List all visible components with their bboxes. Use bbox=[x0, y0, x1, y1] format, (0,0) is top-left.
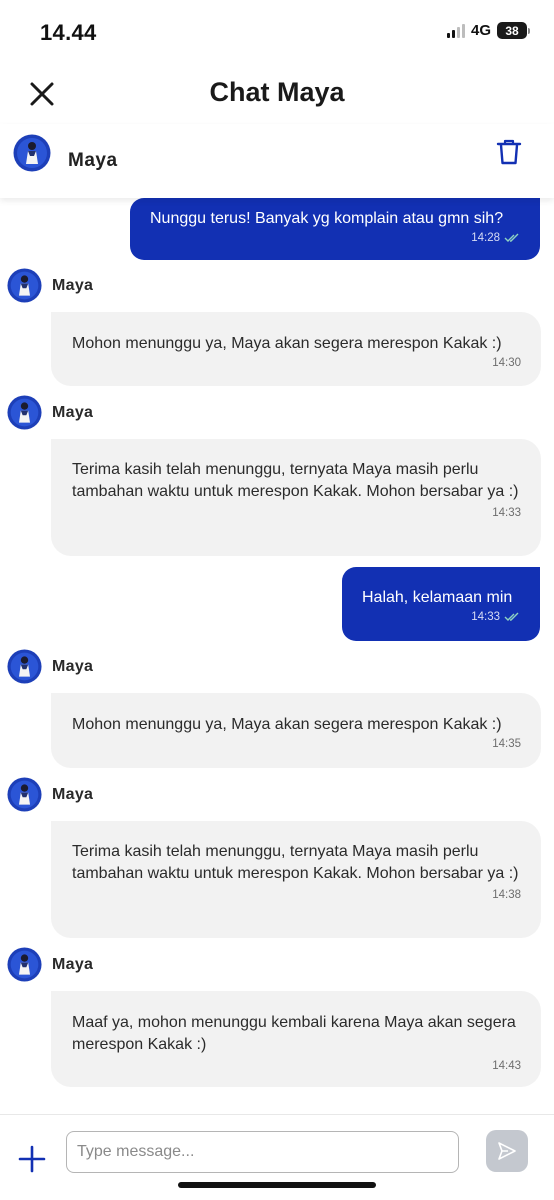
message-time: 14:43 bbox=[492, 1060, 521, 1072]
trash-icon bbox=[496, 139, 522, 165]
incoming-message: Mohon menunggu ya, Maya akan segera mere… bbox=[51, 693, 541, 768]
message-time: 14:30 bbox=[492, 357, 521, 369]
message-sender: Maya bbox=[7, 268, 93, 303]
message-text: Nunggu terus! Banyak yg komplain atau gm… bbox=[150, 210, 504, 227]
page-title: Chat Maya bbox=[209, 77, 345, 107]
home-indicator bbox=[178, 1182, 376, 1188]
incoming-message: Maaf ya, mohon menunggu kembali karena M… bbox=[51, 991, 541, 1087]
message-text: Maaf ya, mohon menunggu kembali karena M… bbox=[72, 1014, 516, 1053]
avatar bbox=[13, 134, 51, 172]
network-type: 4G bbox=[470, 22, 491, 39]
message-text: Mohon menunggu ya, Maya akan segera mere… bbox=[72, 716, 502, 733]
avatar bbox=[7, 268, 42, 303]
battery-icon: 38 bbox=[497, 22, 530, 39]
avatar bbox=[7, 777, 42, 812]
read-receipt-icon bbox=[504, 233, 519, 242]
message-sender: Maya bbox=[7, 649, 93, 684]
battery-level: 38 bbox=[497, 22, 527, 39]
sender-name: Maya bbox=[52, 657, 94, 675]
avatar bbox=[7, 649, 42, 684]
message-sender: Maya bbox=[7, 947, 93, 982]
avatar bbox=[7, 947, 42, 982]
status-indicators: 4G 38 bbox=[446, 22, 530, 39]
signal-icon bbox=[446, 23, 465, 38]
contact-bar: Maya bbox=[0, 124, 554, 198]
message-text: Mohon menunggu ya, Maya akan segera mere… bbox=[72, 335, 502, 352]
send-button[interactable] bbox=[486, 1130, 528, 1172]
delete-chat-button[interactable] bbox=[496, 138, 522, 166]
status-bar: 14.44 4G 38 bbox=[0, 0, 554, 66]
chat-area[interactable]: Nunggu terus! Banyak yg komplain atau gm… bbox=[0, 198, 554, 1114]
sender-name: Maya bbox=[52, 955, 94, 973]
incoming-message: Terima kasih telah menunggu, ternyata Ma… bbox=[51, 821, 541, 938]
outgoing-message: Nunggu terus! Banyak yg komplain atau gm… bbox=[130, 198, 540, 260]
message-time: 14:33 bbox=[471, 611, 500, 623]
plus-icon bbox=[18, 1145, 46, 1173]
message-text: Terima kasih telah menunggu, ternyata Ma… bbox=[72, 461, 519, 500]
header: Chat Maya bbox=[0, 66, 554, 122]
message-time: 14:33 bbox=[492, 507, 521, 519]
contact-name: Maya bbox=[68, 150, 118, 171]
message-text: Halah, kelamaan min bbox=[362, 589, 513, 606]
read-receipt-icon bbox=[504, 612, 519, 621]
incoming-message: Mohon menunggu ya, Maya akan segera mere… bbox=[51, 312, 541, 386]
message-sender: Maya bbox=[7, 395, 93, 430]
avatar bbox=[7, 395, 42, 430]
outgoing-message: Halah, kelamaan min 14:33 bbox=[342, 567, 540, 641]
message-sender: Maya bbox=[7, 777, 93, 812]
sender-name: Maya bbox=[52, 276, 94, 294]
incoming-message: Terima kasih telah menunggu, ternyata Ma… bbox=[51, 439, 541, 556]
sender-name: Maya bbox=[52, 403, 94, 421]
message-text: Terima kasih telah menunggu, ternyata Ma… bbox=[72, 843, 519, 882]
message-time: 14:28 bbox=[471, 232, 500, 244]
attach-button[interactable] bbox=[18, 1145, 46, 1173]
sender-name: Maya bbox=[52, 785, 94, 803]
message-time: 14:35 bbox=[492, 738, 521, 750]
message-input[interactable] bbox=[66, 1131, 459, 1173]
send-icon bbox=[498, 1142, 516, 1160]
status-time: 14.44 bbox=[40, 20, 97, 45]
message-time: 14:38 bbox=[492, 889, 521, 901]
